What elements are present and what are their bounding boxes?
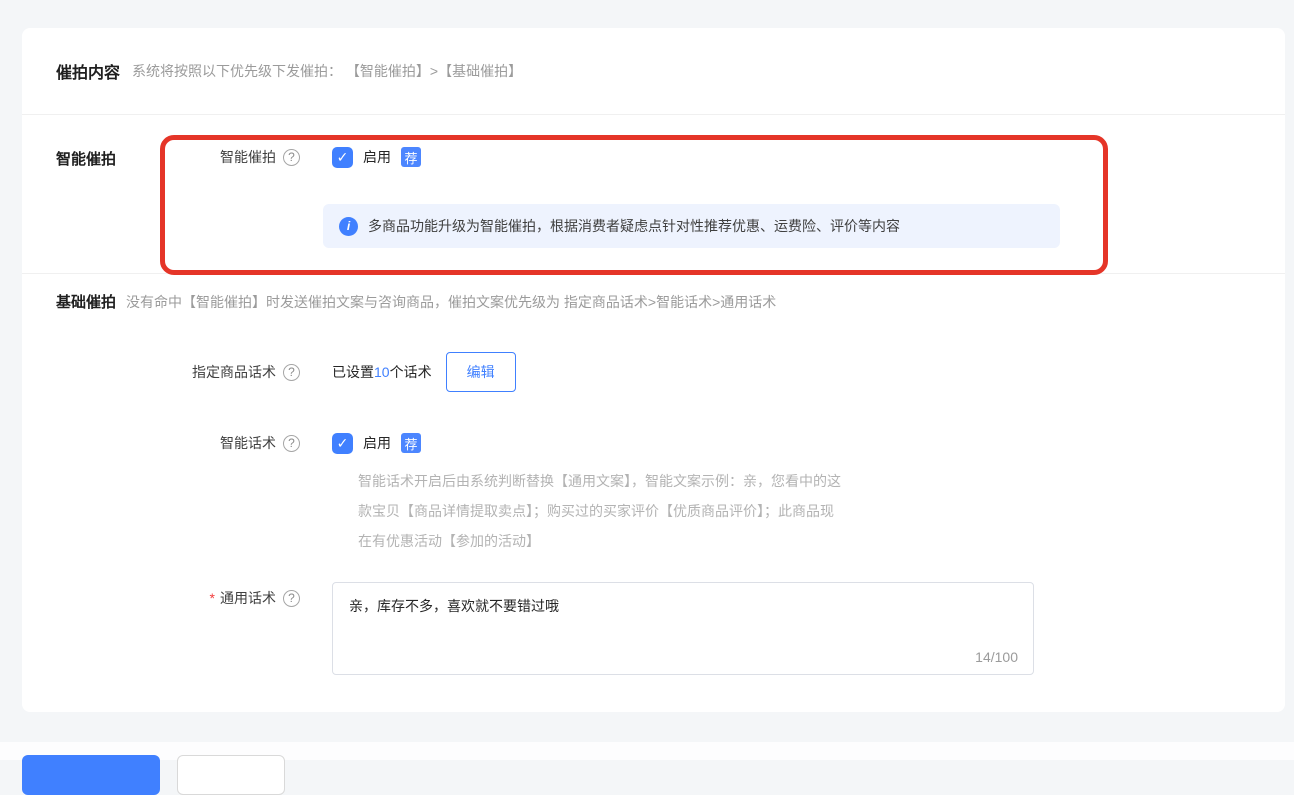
smart-enable-label: 启用 bbox=[363, 147, 391, 167]
smart-info-banner: i 多商品功能升级为智能催拍，根据消费者疑虑点针对性推荐优惠、运费险、评价等内容 bbox=[323, 204, 1060, 248]
smart-info-text: 多商品功能升级为智能催拍，根据消费者疑虑点针对性推荐优惠、运费险、评价等内容 bbox=[368, 216, 900, 236]
specified-status-suffix: 个话术 bbox=[390, 362, 432, 382]
smart-script-enable-label: 启用 bbox=[363, 433, 391, 453]
cancel-button[interactable] bbox=[177, 755, 285, 795]
edit-button[interactable]: 编辑 bbox=[446, 352, 516, 392]
page-title: 催拍内容 bbox=[56, 59, 120, 83]
required-asterisk: * bbox=[210, 590, 215, 606]
specified-label: 指定商品话术 bbox=[192, 362, 276, 382]
smart-script-description: 智能话术开启后由系统判断替换【通用文案】，智能文案示例：亲，您看中的这 款宝贝【… bbox=[358, 466, 1048, 556]
smart-script-desc-line: 款宝贝【商品详情提取卖点】；购买过的买家评价【优质商品评价】；此商品现 bbox=[358, 496, 1048, 526]
smart-field-label-group: 智能催拍 ? bbox=[22, 147, 300, 167]
section-divider bbox=[22, 273, 1285, 274]
specified-count: 10 bbox=[374, 364, 390, 380]
info-icon: i bbox=[339, 217, 358, 236]
smart-enable-row: 智能催拍 ? ✓ 启用 荐 bbox=[22, 144, 1285, 170]
page-subtitle: 系统将按照以下优先级下发催拍： 【智能催拍】>【基础催拍】 bbox=[132, 61, 522, 81]
recommend-badge: 荐 bbox=[401, 433, 421, 453]
smart-field-label: 智能催拍 bbox=[220, 147, 276, 167]
basic-section-header: 基础催拍 没有命中【智能催拍】时发送催拍文案与咨询商品，催拍文案优先级为 指定商… bbox=[56, 291, 776, 312]
specified-script-row: 指定商品话术 ? 已设置10个话术 编辑 bbox=[22, 352, 1285, 392]
page: 催拍内容 系统将按照以下优先级下发催拍： 【智能催拍】>【基础催拍】 智能催拍 … bbox=[0, 0, 1294, 760]
help-icon[interactable]: ? bbox=[283, 590, 300, 607]
smart-script-label-group: 智能话术 ? bbox=[22, 433, 300, 453]
general-script-field: 亲，库存不多，喜欢就不要错过哦 14/100 bbox=[332, 582, 1034, 675]
smart-enable-checkbox[interactable]: ✓ bbox=[332, 147, 353, 168]
general-label: 通用话术 bbox=[220, 588, 276, 608]
specified-label-group: 指定商品话术 ? bbox=[22, 362, 300, 382]
smart-script-desc-line: 在有优惠活动【参加的活动】 bbox=[358, 526, 1048, 556]
help-icon[interactable]: ? bbox=[283, 364, 300, 381]
smart-script-checkbox[interactable]: ✓ bbox=[332, 433, 353, 454]
help-icon[interactable]: ? bbox=[283, 435, 300, 452]
smart-script-row: 智能话术 ? ✓ 启用 荐 bbox=[22, 430, 1285, 456]
section-label-basic: 基础催拍 bbox=[56, 291, 116, 312]
smart-script-desc-line: 智能话术开启后由系统判断替换【通用文案】，智能文案示例：亲，您看中的这 bbox=[358, 466, 1048, 496]
general-label-group: * 通用话术 ? bbox=[22, 588, 300, 608]
settings-card: 催拍内容 系统将按照以下优先级下发催拍： 【智能催拍】>【基础催拍】 智能催拍 … bbox=[22, 28, 1285, 712]
char-counter: 14/100 bbox=[975, 649, 1018, 665]
specified-status-prefix: 已设置 bbox=[332, 362, 374, 382]
general-script-textarea[interactable]: 亲，库存不多，喜欢就不要错过哦 bbox=[332, 582, 1034, 675]
basic-section-desc: 没有命中【智能催拍】时发送催拍文案与咨询商品，催拍文案优先级为 指定商品话术>智… bbox=[126, 292, 776, 312]
smart-script-label: 智能话术 bbox=[220, 433, 276, 453]
card-header: 催拍内容 系统将按照以下优先级下发催拍： 【智能催拍】>【基础催拍】 bbox=[22, 28, 1285, 115]
recommend-badge: 荐 bbox=[401, 147, 421, 167]
save-button[interactable] bbox=[22, 755, 160, 795]
help-icon[interactable]: ? bbox=[283, 149, 300, 166]
